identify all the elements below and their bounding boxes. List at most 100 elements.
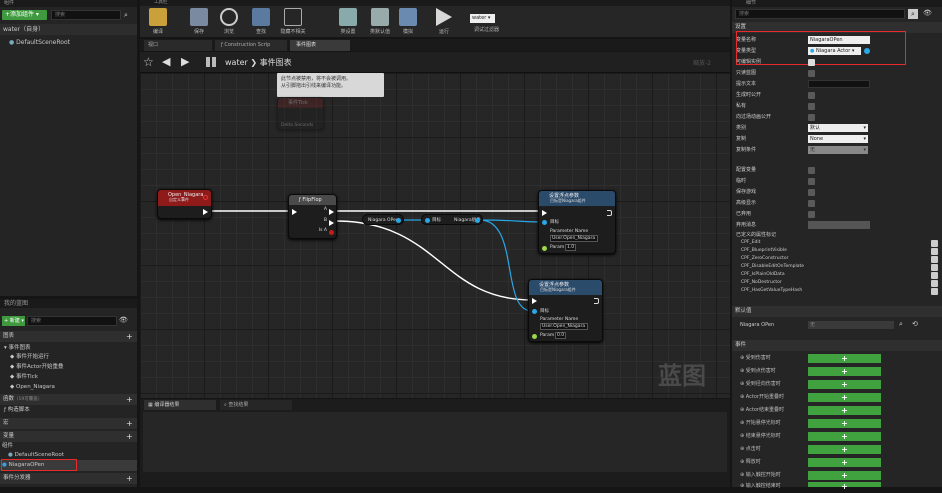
flag-checkbox-1[interactable]: [931, 248, 938, 255]
add-dispatcher-icon[interactable]: +: [126, 473, 133, 484]
custom-event-node[interactable]: Open_Niagara 自定义事件: [157, 189, 212, 219]
set-float-1-param-input[interactable]: 1.0: [565, 244, 576, 251]
generate-checkbox[interactable]: [808, 92, 815, 99]
set-float-2-paramname-input[interactable]: User.Open_Niagara: [540, 323, 588, 330]
class-defaults-button[interactable]: 类默认值: [365, 8, 395, 35]
details-search-icon[interactable]: ⌕: [908, 9, 918, 19]
event-add-button-1[interactable]: +: [808, 367, 881, 376]
category-select[interactable]: 默认 ▾: [808, 124, 868, 132]
cast-out[interactable]: [475, 218, 480, 223]
event-add-button-9[interactable]: +: [808, 471, 881, 480]
set-float-1-exec-in[interactable]: [542, 210, 547, 216]
functions-category[interactable]: 函数（19可覆盖）: [0, 394, 137, 405]
add-component-button[interactable]: +添加组件 ▾: [2, 10, 47, 20]
cast-target-in[interactable]: [425, 218, 430, 223]
set-float-2-exec-out[interactable]: [594, 298, 599, 304]
set-float-2-exec-in[interactable]: [532, 298, 537, 304]
event-add-button-2[interactable]: +: [808, 380, 881, 389]
disabled-tick-node[interactable]: 事件Tick Delta Seconds: [277, 97, 324, 130]
event-add-button-0[interactable]: +: [808, 354, 881, 363]
config-checkbox[interactable]: [808, 167, 815, 174]
deprecation-input[interactable]: [808, 221, 870, 229]
set-float-1-param-pin[interactable]: [542, 246, 547, 251]
component-child-item[interactable]: ● DefaultSceneRoot: [0, 37, 137, 48]
default-value-field[interactable]: 无: [808, 321, 894, 329]
advanced-checkbox[interactable]: [808, 200, 815, 207]
tab-compiler-results[interactable]: ▦ 编译器结果: [144, 400, 216, 410]
flipflop-exec-in[interactable]: [292, 209, 297, 215]
simulate-button[interactable]: 模拟: [393, 8, 423, 35]
readonly-checkbox[interactable]: [808, 70, 815, 77]
browse-button[interactable]: 浏览: [214, 8, 244, 35]
event-add-button-6[interactable]: +: [808, 432, 881, 441]
editable-checkbox[interactable]: [808, 59, 815, 66]
details-eye-icon[interactable]: 👁: [923, 9, 932, 17]
flipflop-a-exec[interactable]: [329, 209, 334, 215]
flipflop-isa-dot[interactable]: [329, 230, 334, 235]
flipflop-a-pin[interactable]: A: [324, 207, 327, 212]
flag-checkbox-2[interactable]: [931, 256, 938, 263]
event-add-button-8[interactable]: +: [808, 458, 881, 467]
tooltip-input[interactable]: [808, 80, 870, 88]
set-float-2-param-input[interactable]: 0.0: [555, 332, 566, 339]
private-checkbox[interactable]: [808, 103, 815, 110]
mybp-eye-icon[interactable]: 👁: [119, 316, 128, 324]
cast-node[interactable]: 目标 Niagara组件: [421, 214, 483, 225]
delta-seconds-pin[interactable]: Delta Seconds: [281, 123, 313, 128]
events-section[interactable]: 事件: [732, 340, 942, 351]
event-add-button-5[interactable]: +: [808, 419, 881, 428]
event-add-button-3[interactable]: +: [808, 393, 881, 402]
savegame-checkbox[interactable]: [808, 189, 815, 196]
breadcrumb-root[interactable]: water ❯ 事件图表: [225, 57, 292, 68]
class-settings-button[interactable]: 类设置: [333, 8, 363, 35]
set-float-node-2[interactable]: 设置浮点参数 目标是Niagara组件 目标 Parameter Name Us…: [528, 279, 603, 342]
flipflop-b-exec[interactable]: [329, 220, 334, 226]
tab-find-results[interactable]: ⌕ 查找结果: [220, 400, 292, 410]
flag-checkbox-0[interactable]: [931, 240, 938, 247]
hide-unrelated-button[interactable]: 隐藏不相关: [278, 8, 308, 35]
flag-checkbox-4[interactable]: [931, 272, 938, 279]
set-float-2-param-pin[interactable]: [532, 334, 537, 339]
dispatchers-category[interactable]: 事件分发器: [0, 473, 137, 484]
component-root-item[interactable]: water（自身）: [0, 24, 137, 35]
event-add-button-7[interactable]: +: [808, 445, 881, 454]
set-float-node-1[interactable]: 设置浮点参数 目标是Niagara组件 目标 Parameter Name Us…: [538, 190, 616, 254]
play-button[interactable]: 运行: [429, 8, 459, 35]
cinematic-checkbox[interactable]: [808, 114, 815, 121]
event-item-3[interactable]: ◆ Open_Niagara: [0, 382, 137, 393]
tab-viewport[interactable]: 视口: [144, 40, 212, 51]
mybp-new-button[interactable]: + 新建 ▾: [2, 316, 25, 326]
repcond-select[interactable]: 无 ▾: [808, 146, 868, 154]
transient-checkbox[interactable]: [808, 178, 815, 185]
event-add-button-10[interactable]: +: [808, 482, 881, 491]
niagara-getter-out[interactable]: [396, 218, 401, 223]
set-float-1-paramname-input[interactable]: User.Open_Niagara: [550, 235, 598, 242]
add-graph-icon[interactable]: +: [126, 331, 133, 342]
debug-object-select[interactable]: water ▾: [470, 14, 495, 23]
construction-script-item[interactable]: ƒ 构造脚本: [0, 405, 137, 416]
details-search-input[interactable]: [735, 9, 905, 19]
default-search-icon[interactable]: ⌕: [899, 320, 903, 329]
flipflop-b-pin[interactable]: B: [324, 218, 327, 223]
add-variable-icon[interactable]: +: [126, 431, 133, 442]
set-float-1-exec-out[interactable]: [607, 210, 612, 216]
flipflop-isa-pin[interactable]: Is A: [319, 228, 327, 233]
back-icon[interactable]: ◀: [162, 55, 170, 68]
flag-checkbox-5[interactable]: [931, 280, 938, 287]
tab-construction[interactable]: ƒ Construction Scrip: [215, 40, 287, 51]
components-search-icon[interactable]: ⌕: [124, 10, 134, 20]
star-icon[interactable]: ☆: [143, 55, 154, 69]
custom-event-delegate-pin[interactable]: [203, 195, 208, 200]
forward-icon[interactable]: ▶: [181, 55, 189, 68]
add-macro-icon[interactable]: +: [126, 418, 133, 429]
replication-select[interactable]: None ▾: [808, 135, 868, 143]
defaults-section[interactable]: 默认值: [732, 306, 942, 317]
mybp-search-input[interactable]: [27, 316, 117, 326]
macros-category[interactable]: 宏: [0, 418, 137, 429]
flag-checkbox-6[interactable]: [931, 288, 938, 295]
set-float-1-target-pin[interactable]: [542, 220, 547, 225]
event-add-button-4[interactable]: +: [808, 406, 881, 415]
graph-canvas[interactable]: 此节点被禁用，将不会被调用。 从引脚拖出引线来编译功能。 事件Tick Delt…: [140, 73, 730, 398]
flipflop-node[interactable]: ƒ FlipFlop A B Is A: [288, 194, 337, 239]
niagara-getter-node[interactable]: Niagara OPen: [362, 214, 404, 225]
